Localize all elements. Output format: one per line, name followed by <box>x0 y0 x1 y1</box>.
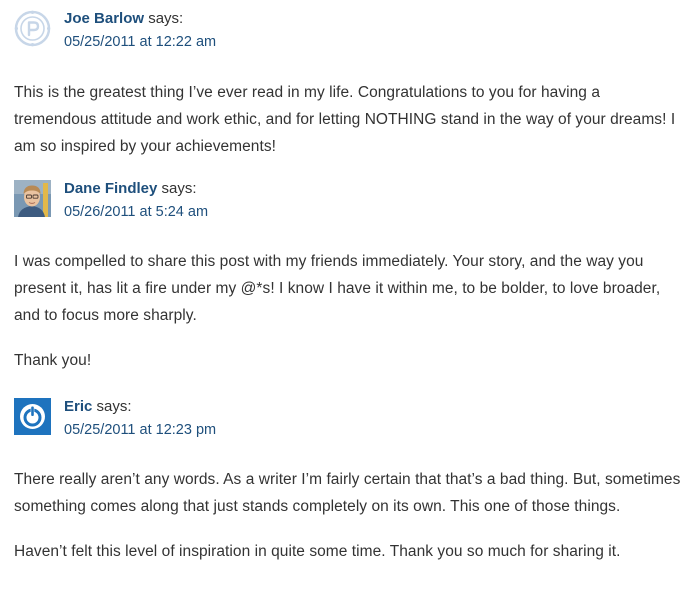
comment-body: I was compelled to share this post with … <box>14 248 684 374</box>
comment-author-link[interactable]: Dane Findley <box>64 180 157 197</box>
comment-body: There really aren’t any words. As a writ… <box>14 466 684 565</box>
says-label: says: <box>96 398 132 415</box>
comment-author-line: Dane Findley says: <box>64 180 197 198</box>
comment-meta: Dane Findley says: 05/26/2011 at 5:24 am <box>14 180 684 220</box>
comment: Joe Barlow says: 05/25/2011 at 12:22 am … <box>14 10 684 160</box>
comment-author-line: Eric says: <box>64 398 132 416</box>
comment-list: Joe Barlow says: 05/25/2011 at 12:22 am … <box>0 0 695 602</box>
comment-paragraph: Haven’t felt this level of inspiration i… <box>14 543 621 560</box>
comment-paragraph: Thank you! <box>14 352 92 369</box>
comment-meta: Eric says: 05/25/2011 at 12:23 pm <box>14 398 684 438</box>
comment-date-link[interactable]: 05/25/2011 at 12:23 pm <box>64 421 216 439</box>
comment-paragraph: I was compelled to share this post with … <box>14 253 661 324</box>
comment-author-link[interactable]: Joe Barlow <box>64 10 144 27</box>
avatar <box>14 10 51 47</box>
comment-meta: Joe Barlow says: 05/25/2011 at 12:22 am <box>14 10 684 50</box>
comment-author-line: Joe Barlow says: <box>64 10 183 28</box>
power-button-avatar-icon <box>14 398 51 435</box>
says-label: says: <box>161 180 197 197</box>
comment: Eric says: 05/25/2011 at 12:23 pm There … <box>14 398 684 565</box>
comment-paragraph: This is the greatest thing I’ve ever rea… <box>14 84 676 155</box>
circular-logo-avatar-icon <box>14 10 51 47</box>
avatar <box>14 398 51 435</box>
comment: Dane Findley says: 05/26/2011 at 5:24 am… <box>14 180 684 374</box>
comment-paragraph: There really aren’t any words. As a writ… <box>14 471 681 515</box>
avatar <box>14 180 51 217</box>
person-photo-avatar-icon <box>14 180 51 217</box>
comment-body: This is the greatest thing I’ve ever rea… <box>14 79 684 160</box>
comment-date-link[interactable]: 05/25/2011 at 12:22 am <box>64 33 216 51</box>
says-label: says: <box>148 10 184 27</box>
comment-author-link[interactable]: Eric <box>64 398 92 415</box>
comment-date-link[interactable]: 05/26/2011 at 5:24 am <box>64 203 208 221</box>
